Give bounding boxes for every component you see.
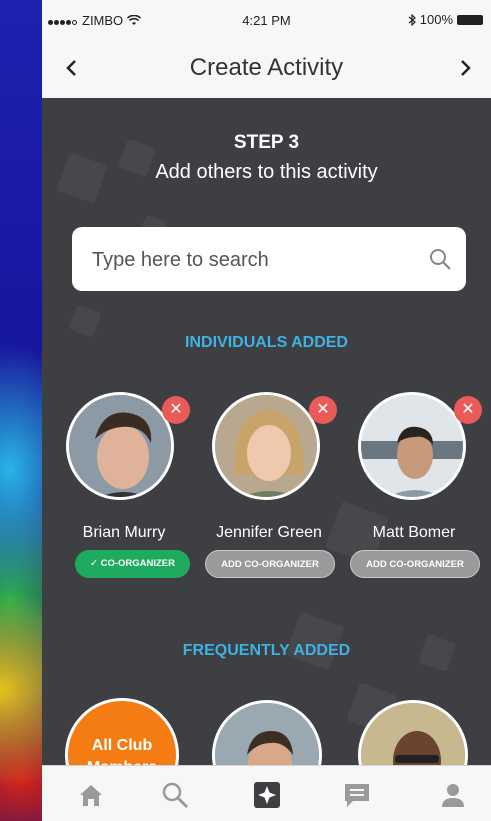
search-icon[interactable] <box>160 780 190 810</box>
remove-button[interactable]: ✕ <box>454 396 482 424</box>
checkmark-icon: ✓ <box>89 558 101 569</box>
profile-icon[interactable] <box>438 780 468 810</box>
co-organizer-button[interactable]: ✓ CO-ORGANIZER <box>75 550 190 578</box>
step-subtitle: Add others to this activity <box>155 161 378 183</box>
battery-indicator: 100% <box>408 12 483 27</box>
tab-bar <box>42 765 491 821</box>
person-name: Brian Murry <box>82 524 166 541</box>
avatar-photo <box>215 395 317 497</box>
page-title: Create Activity <box>189 54 344 81</box>
frequent-item-all-club-members[interactable]: All Club Members <box>65 698 179 765</box>
close-icon: ✕ <box>316 401 330 418</box>
frequent-avatar[interactable] <box>212 700 322 765</box>
person-card: ✕ Matt Bomer ADD CO-ORGANIZER <box>344 392 484 592</box>
close-icon: ✕ <box>461 401 475 418</box>
main-content: STEP 3 Add others to this activity INDIV… <box>42 98 491 765</box>
person-card: ✕ Brian Murry ✓ CO-ORGANIZER <box>54 392 194 592</box>
frequent-item-label: All Club Members <box>87 737 157 765</box>
avatar-photo <box>361 395 463 497</box>
avatar[interactable] <box>358 392 466 500</box>
battery-icon <box>457 14 483 25</box>
add-co-organizer-button[interactable]: ADD CO-ORGANIZER <box>205 550 335 578</box>
search-input[interactable] <box>90 227 414 293</box>
status-bar: ZIMBO 4:21 PM 100% <box>42 0 491 40</box>
close-icon: ✕ <box>169 401 183 418</box>
avatar-photo <box>215 703 319 765</box>
remove-button[interactable]: ✕ <box>162 396 190 424</box>
bluetooth-icon <box>408 13 416 26</box>
person-name: Matt Bomer <box>372 524 456 541</box>
search-icon[interactable] <box>428 247 452 271</box>
phone-screen: ZIMBO 4:21 PM 100% Create Activity STEP … <box>42 0 491 821</box>
avatar-photo <box>69 395 171 497</box>
individuals-heading: INDIVIDUALS ADDED <box>185 334 348 351</box>
person-card: ✕ Jennifer Green ADD CO-ORGANIZER <box>199 392 339 592</box>
star-icon[interactable] <box>252 780 282 810</box>
battery-percent: 100% <box>419 12 453 27</box>
co-organizer-label: CO-ORGANIZER <box>100 558 176 569</box>
step-number: STEP 3 <box>233 132 300 153</box>
avatar[interactable] <box>212 392 320 500</box>
remove-button[interactable]: ✕ <box>309 396 337 424</box>
forward-chevron-icon[interactable] <box>455 58 475 78</box>
background-shape <box>285 611 345 671</box>
avatar[interactable] <box>66 392 174 500</box>
chat-icon[interactable] <box>342 780 372 810</box>
search-box <box>72 227 466 293</box>
add-co-organizer-button[interactable]: ADD CO-ORGANIZER <box>350 550 480 578</box>
person-name: Jennifer Green <box>216 524 322 541</box>
navigation-bar: Create Activity <box>42 40 491 99</box>
home-icon[interactable] <box>76 780 106 810</box>
frequently-added-heading: FREQUENTLY ADDED <box>182 642 351 659</box>
avatar-photo <box>361 703 465 765</box>
background-shape <box>68 304 102 338</box>
